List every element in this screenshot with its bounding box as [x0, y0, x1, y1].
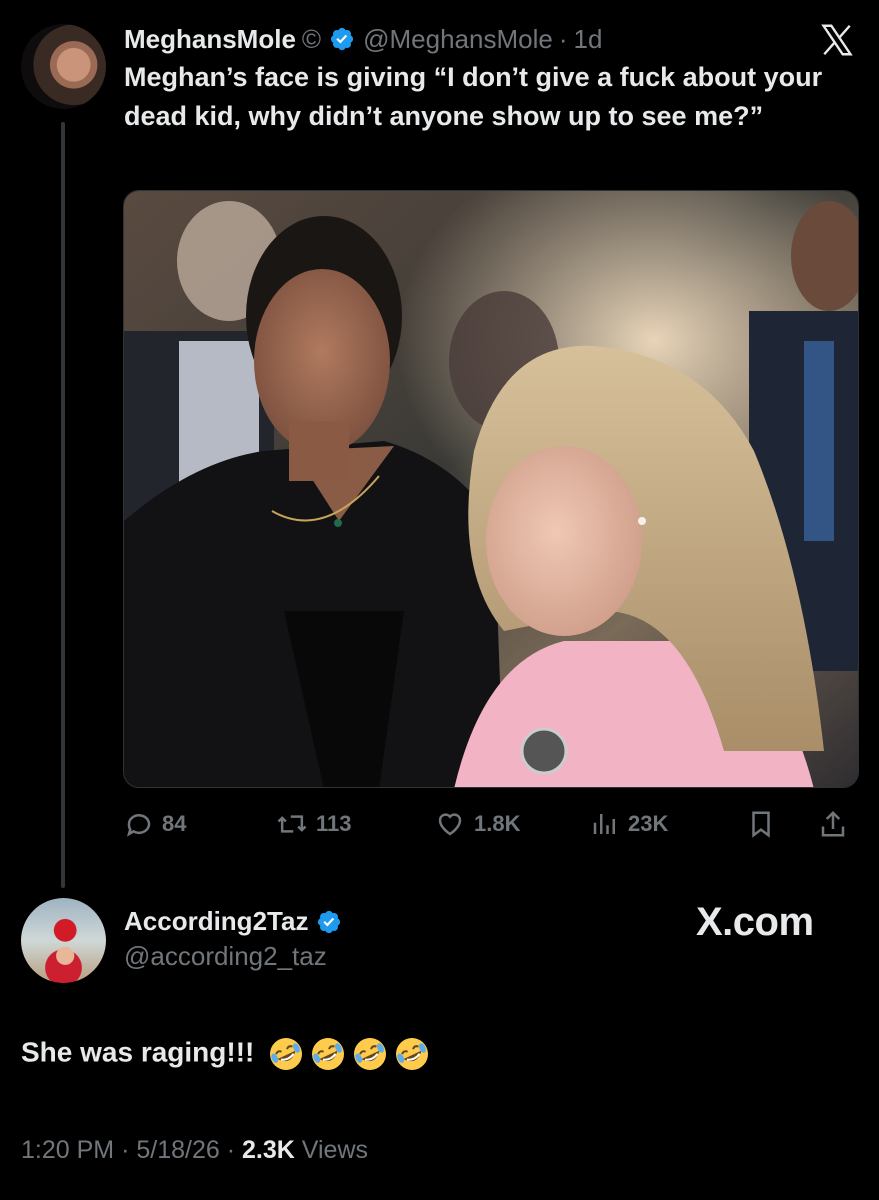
views-icon: [593, 814, 615, 834]
views-button[interactable]: 23K: [590, 804, 668, 844]
bookmark-button[interactable]: [746, 804, 776, 844]
like-count: 1.8K: [474, 811, 521, 836]
verified-badge-icon: [318, 910, 341, 933]
post-date[interactable]: 5/18/26: [136, 1136, 219, 1164]
rolling-on-floor-laughing-icon: [312, 1038, 345, 1070]
display-name[interactable]: According2Taz: [124, 906, 308, 937]
repost-button[interactable]: 113: [276, 804, 352, 844]
x-com-watermark: X.com: [696, 900, 814, 944]
separator-dot: ·: [226, 1136, 236, 1164]
reply-button[interactable]: 84: [124, 804, 186, 844]
post-time[interactable]: 1:20 PM: [21, 1136, 114, 1164]
share-button[interactable]: [818, 804, 848, 844]
display-name[interactable]: MeghansMole: [124, 24, 296, 55]
rolling-on-floor-laughing-icon: [396, 1038, 429, 1070]
repost-count: 113: [316, 811, 352, 836]
avatar-meghansmole[interactable]: [21, 24, 106, 109]
handle[interactable]: @according2_taz: [124, 941, 350, 972]
timestamp[interactable]: 1d: [573, 24, 602, 55]
share-icon: [821, 810, 845, 837]
copyright-symbol: ©: [301, 23, 322, 54]
separator-dot: ·: [558, 23, 568, 54]
photo-image: [124, 191, 858, 787]
tweet-text: Meghan’s face is giving “I don’t give a …: [124, 62, 823, 131]
bookmark-icon: [752, 811, 770, 838]
reply-metadata: 1:20 PM · 5/18/26 · 2.3K Views: [21, 1136, 368, 1165]
views-label: Views: [301, 1136, 369, 1164]
tweet-photo[interactable]: [123, 190, 859, 788]
reply-count: 84: [162, 811, 187, 836]
rolling-on-floor-laughing-icon: [354, 1038, 387, 1070]
x-logo-icon[interactable]: [818, 22, 856, 58]
repost-icon: [277, 815, 307, 833]
reply-text-body: She was raging!!!: [21, 1036, 255, 1068]
reply-icon: [126, 814, 151, 837]
reply-header: According2Taz @according2_taz: [124, 906, 350, 972]
rolling-on-floor-laughing-icon: [270, 1038, 303, 1070]
handle[interactable]: @MeghansMole: [363, 24, 553, 55]
tweet-header: MeghansMole © @MeghansMole · 1d: [124, 22, 602, 56]
thread-connector-line: [61, 122, 65, 888]
avatar-according2taz[interactable]: [21, 898, 106, 983]
reply-text: She was raging!!!: [21, 1036, 430, 1072]
views-count: 2.3K: [242, 1136, 295, 1164]
separator-dot: ·: [121, 1136, 130, 1164]
views-count: 23K: [628, 811, 669, 836]
like-button[interactable]: 1.8K: [434, 804, 520, 844]
heart-icon: [438, 813, 462, 836]
verified-badge-icon: [330, 27, 354, 51]
tweet-action-bar: 84 113 1.8K 23K: [124, 804, 859, 844]
